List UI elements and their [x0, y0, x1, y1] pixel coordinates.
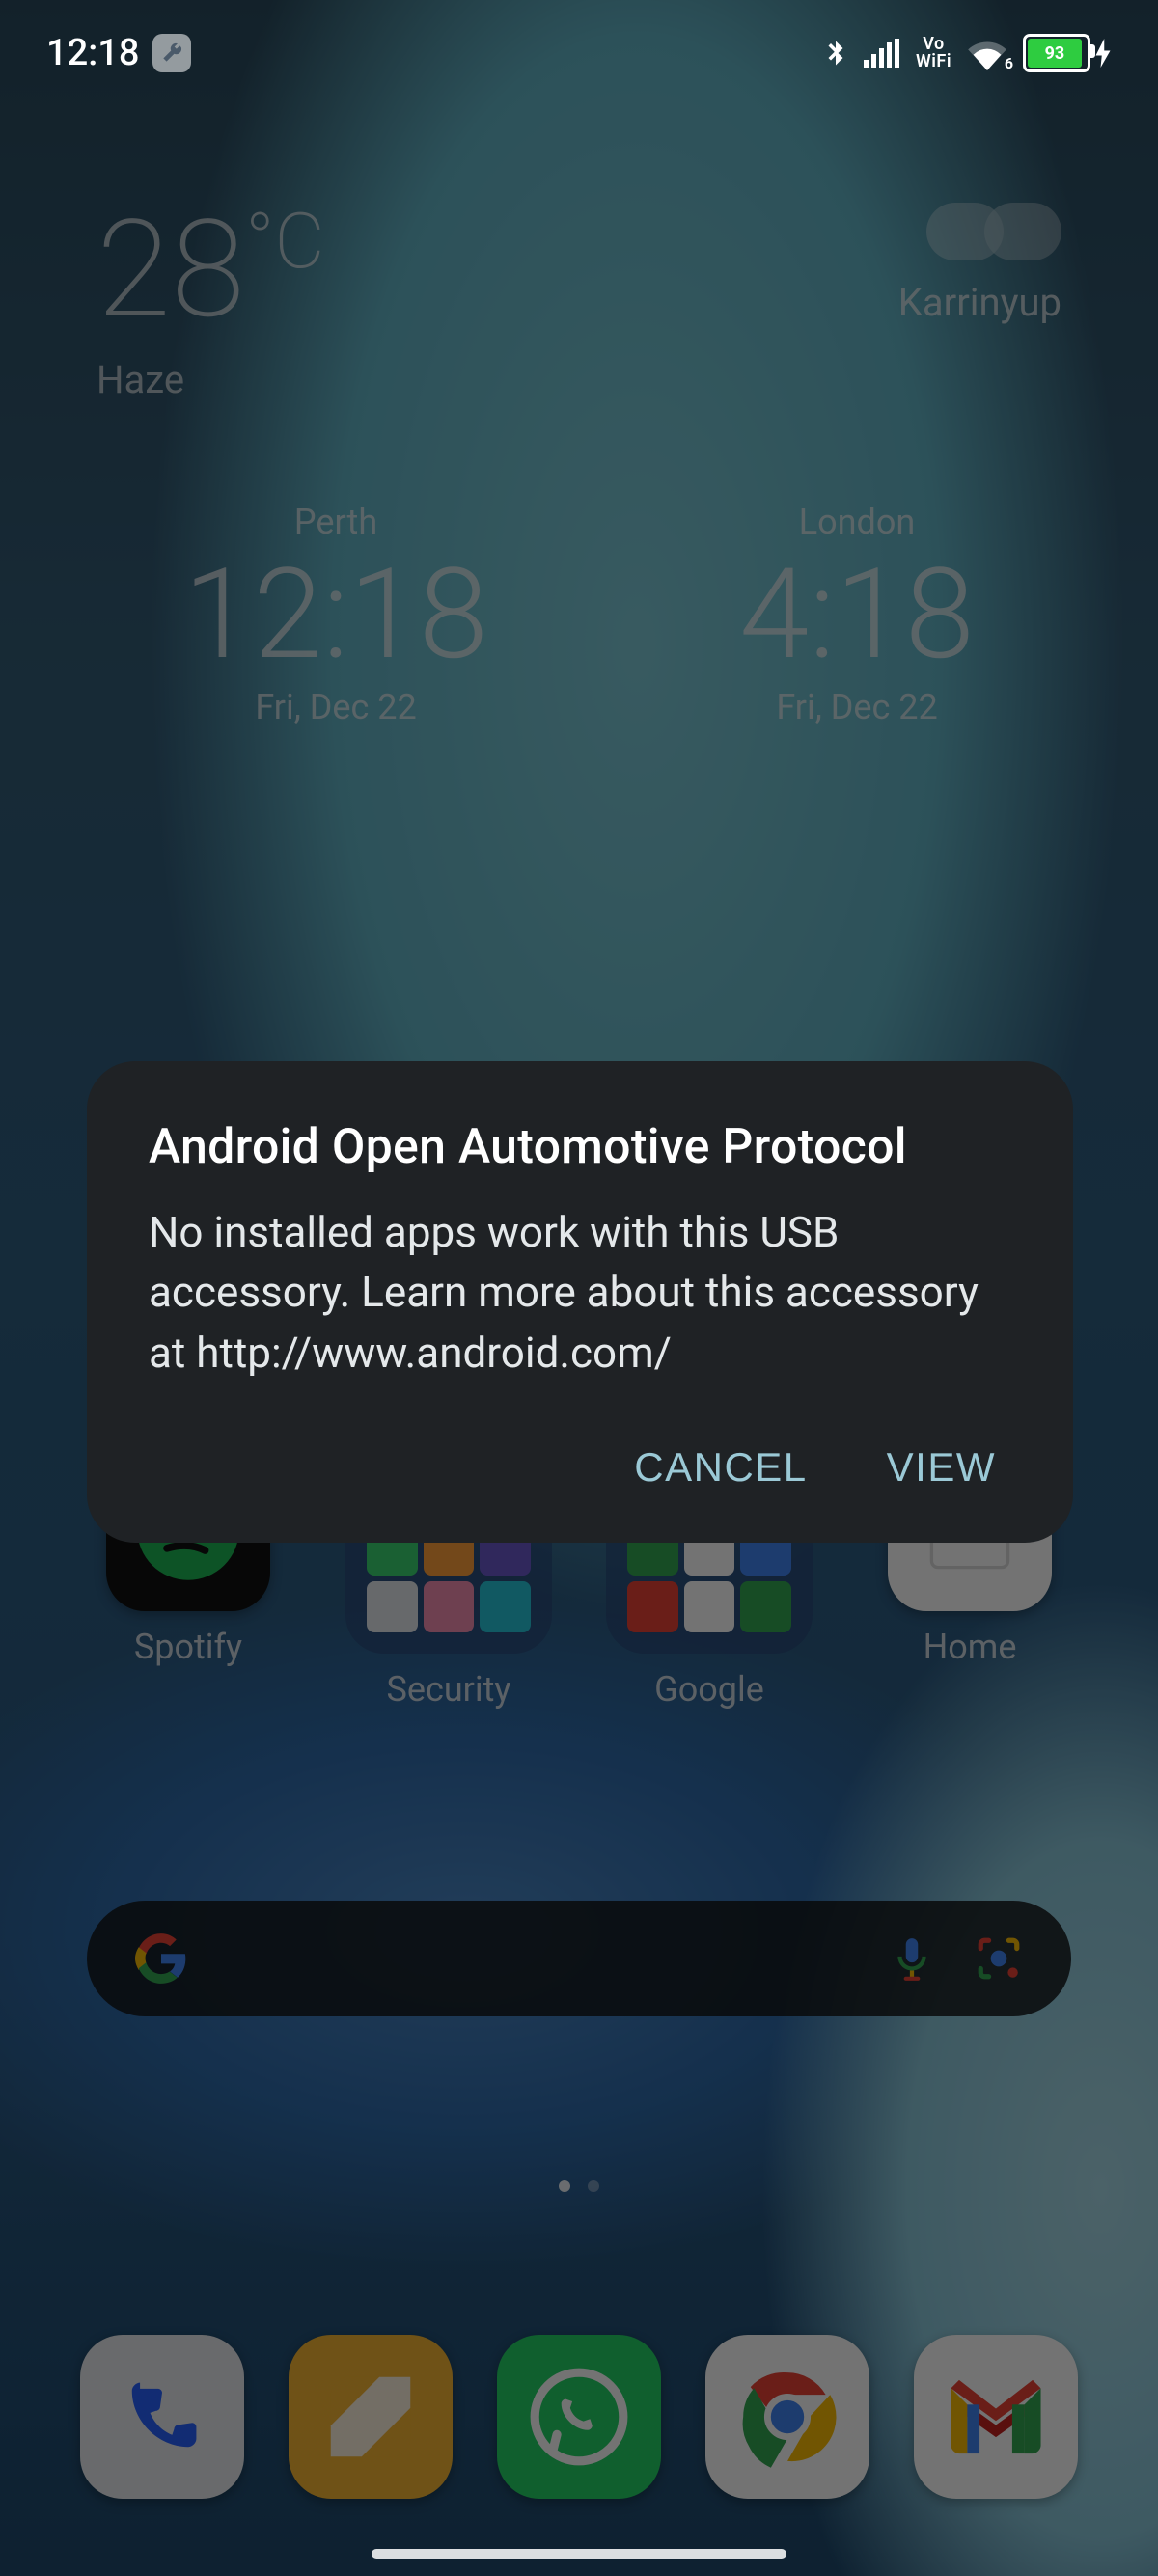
view-button[interactable]: VIEW: [881, 1437, 1002, 1498]
dialog-body: No installed apps work with this USB acc…: [149, 1202, 1011, 1383]
battery-level: 93: [1028, 39, 1082, 68]
cellular-signal-icon: [864, 37, 902, 69]
gesture-nav-handle[interactable]: [372, 2549, 786, 2559]
dialog-title: Android Open Automotive Protocol: [149, 1119, 1011, 1175]
vowifi-label-bottom: WiFi: [916, 53, 951, 70]
wifi-icon: 6: [965, 36, 1009, 70]
dialog-actions: CANCEL VIEW: [149, 1437, 1011, 1498]
bluetooth-icon: [821, 35, 850, 71]
cancel-button[interactable]: CANCEL: [628, 1437, 813, 1498]
wrench-icon: [152, 34, 191, 72]
wifi-band-badge: 6: [1005, 54, 1013, 72]
status-bar: 12:18 Vo WiFi 6: [0, 0, 1158, 106]
usb-accessory-dialog: Android Open Automotive Protocol No inst…: [87, 1061, 1073, 1543]
status-clock: 12:18: [46, 32, 139, 74]
battery-indicator: 93: [1023, 34, 1112, 72]
vowifi-indicator: Vo WiFi: [916, 36, 951, 70]
charging-bolt-icon: [1094, 39, 1112, 68]
